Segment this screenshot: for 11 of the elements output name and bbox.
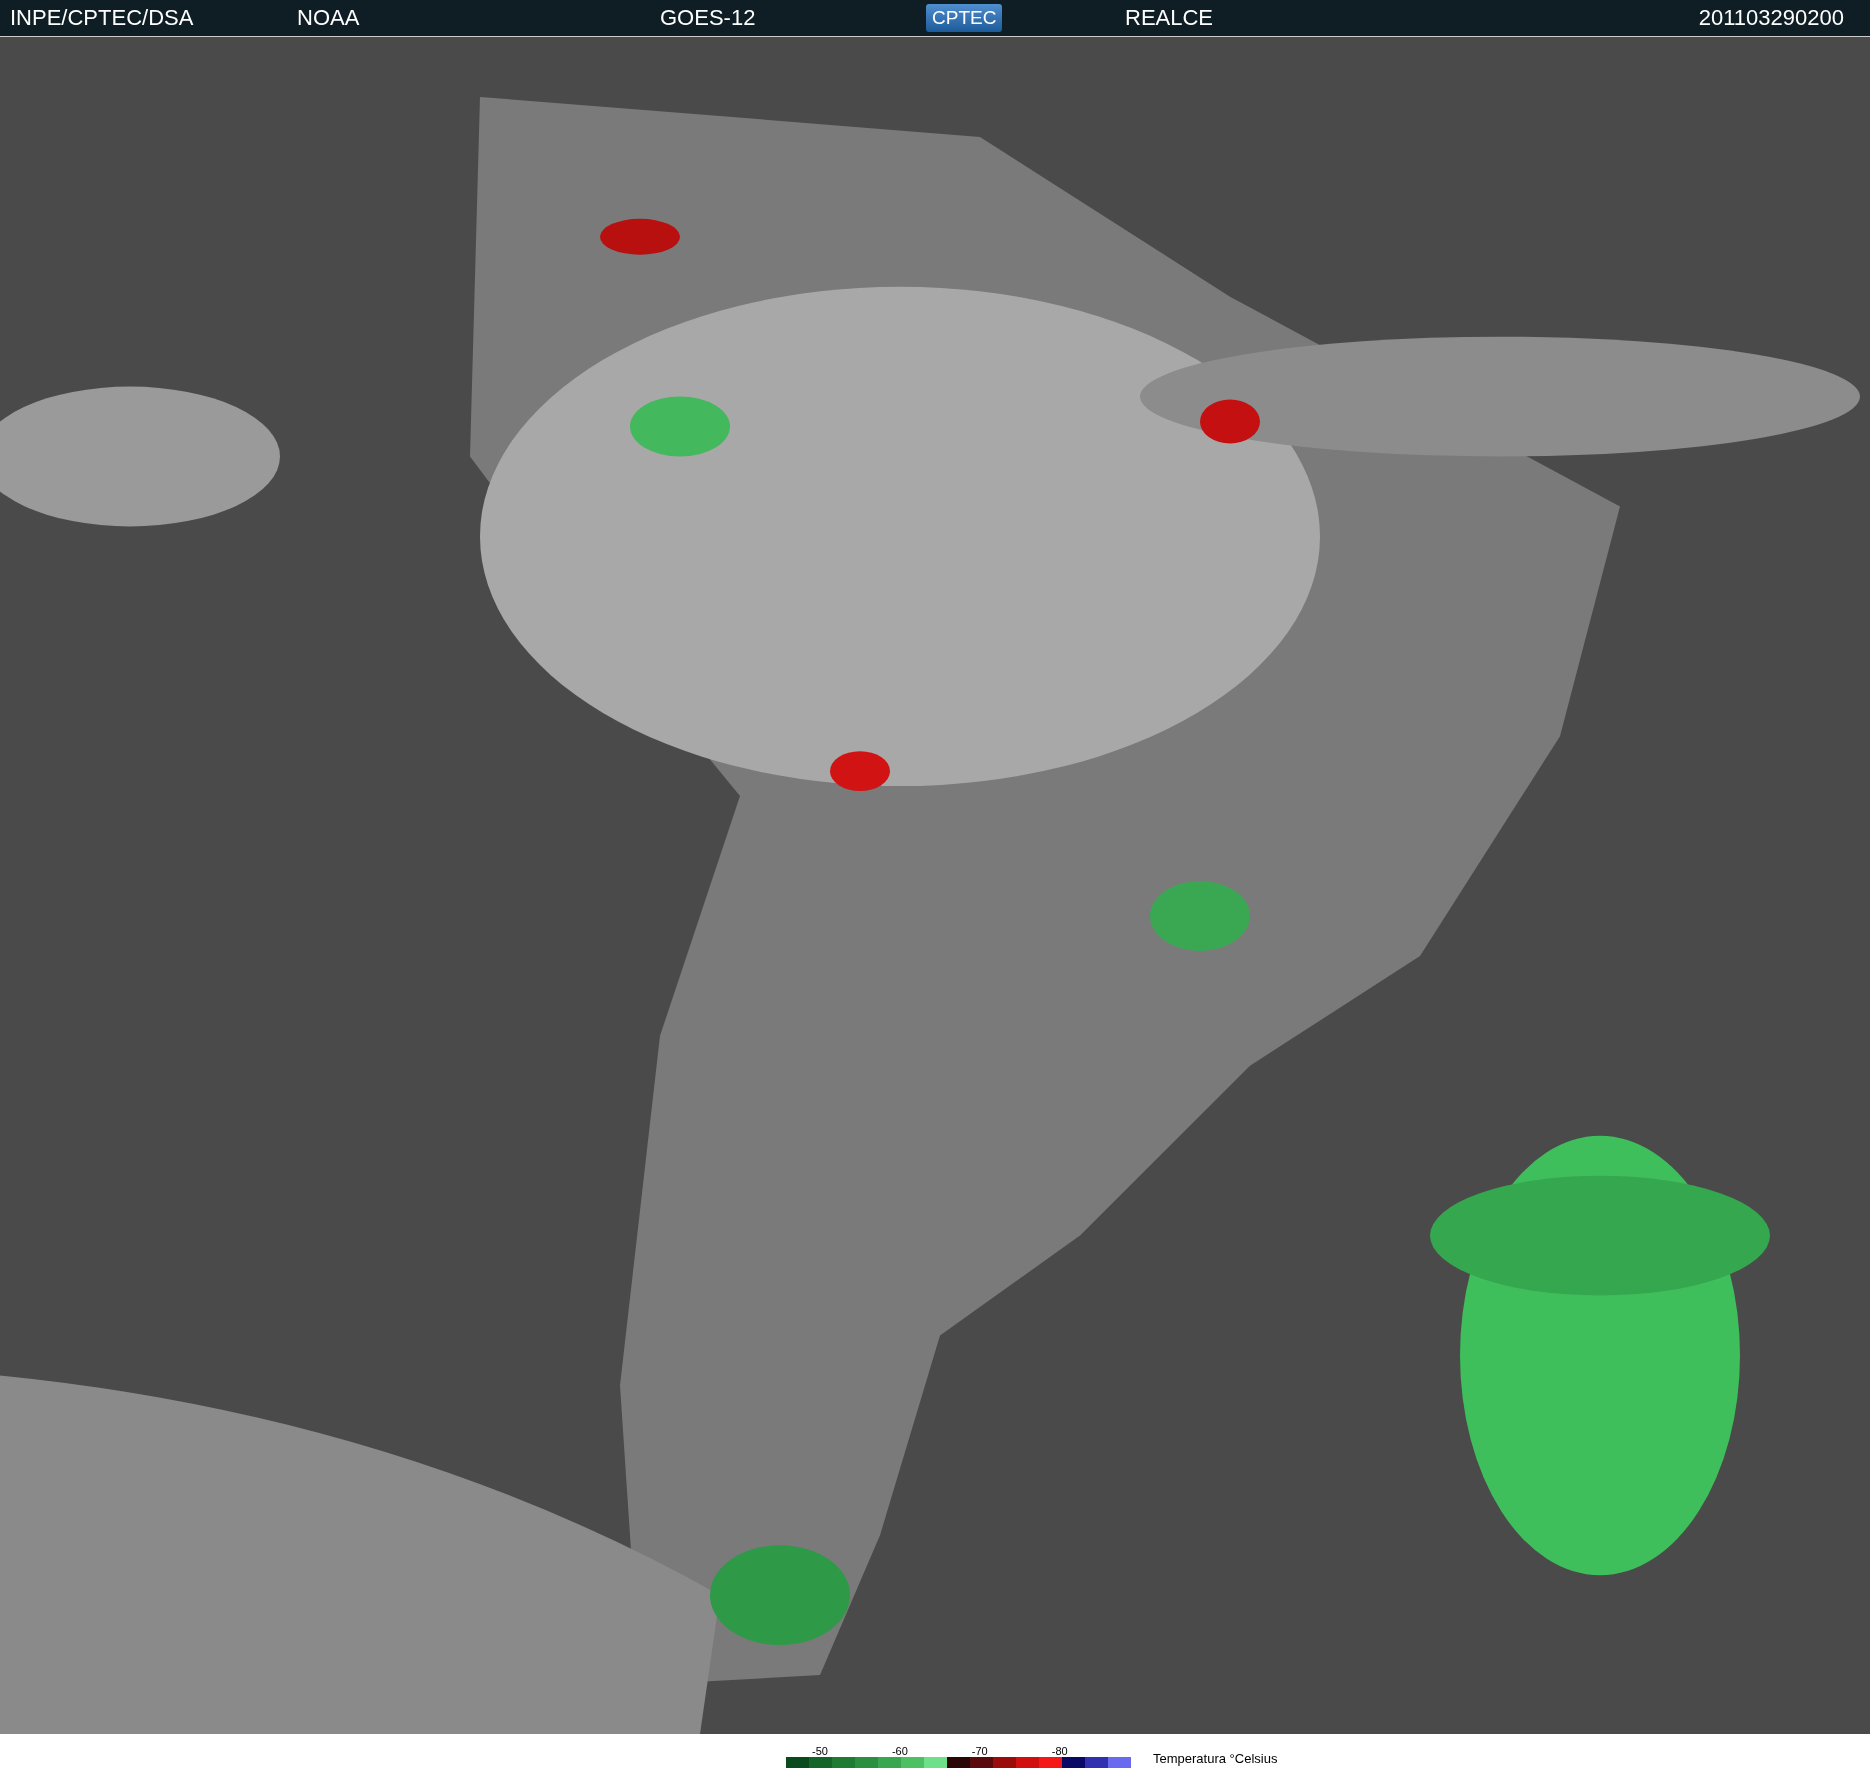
header-label: REALCE — [1125, 5, 1214, 31]
header-label: GOES-12 — [660, 5, 756, 31]
scale-tick-label: -80 — [1051, 1745, 1068, 1757]
header-label: NOAA — [297, 5, 360, 31]
scale-tick-label: -50 — [812, 1745, 828, 1757]
scale-tick-label: -70 — [971, 1745, 988, 1757]
logo: CPTEC — [926, 4, 1003, 32]
timestamp: 201103290200 — [1698, 5, 1844, 31]
legend-title: Temperatura °Celsius — [1153, 1751, 1278, 1766]
scale-tick-label: -60 — [891, 1745, 908, 1757]
header-label: INPE/CPTEC/DSA — [10, 5, 194, 31]
